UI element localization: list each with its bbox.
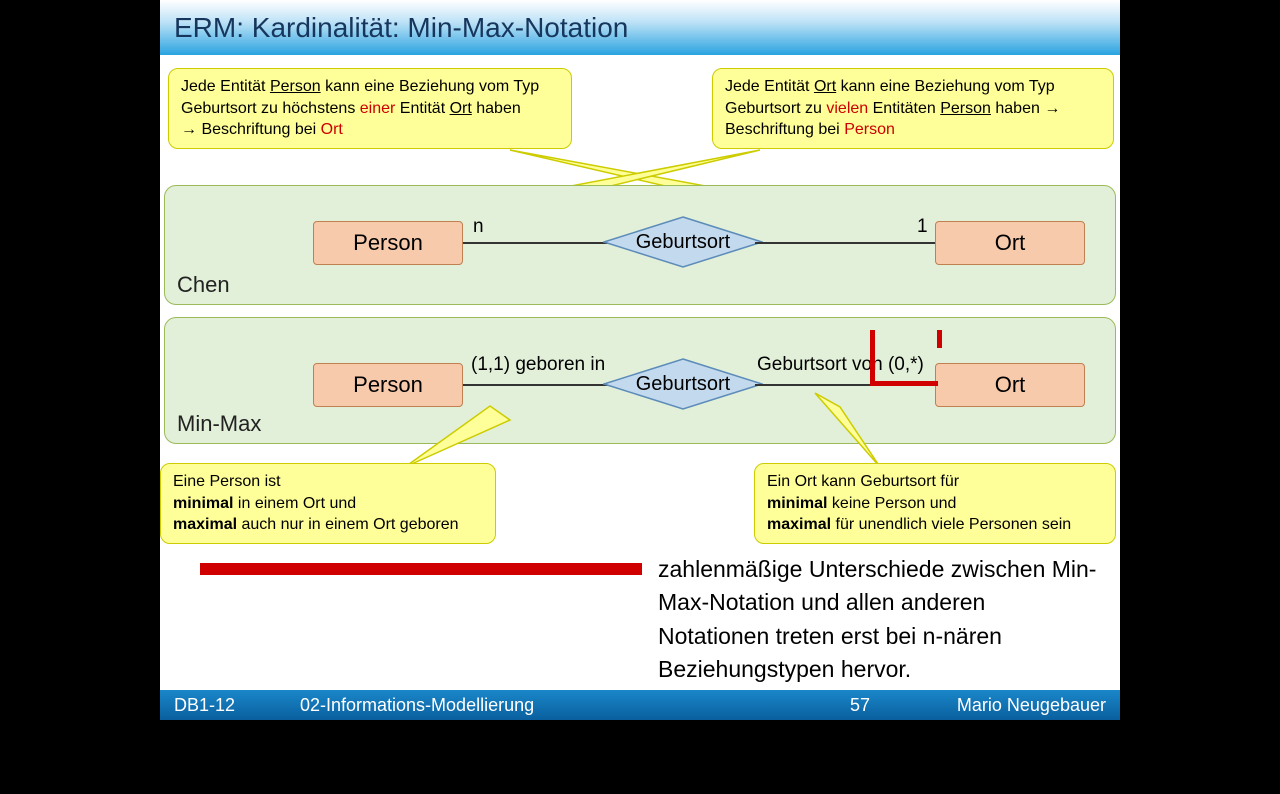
bullet-text: zahlenmäßige Unterschiede zwischen Min-M… xyxy=(658,553,1100,686)
slide-title: ERM: Kardinalität: Min-Max-Notation xyxy=(174,12,628,44)
text: keine Person und xyxy=(827,495,956,512)
relationship-diamond: Geburtsort xyxy=(603,216,763,268)
footer-code: DB1-12 xyxy=(160,695,300,716)
panel-label: Chen xyxy=(177,272,230,298)
text: für unendlich viele Personen sein xyxy=(831,516,1071,533)
panel-chen: Chen Person n Geburtsort 1 Ort xyxy=(164,185,1116,305)
bold: minimal xyxy=(173,495,233,512)
cardinality-right: 1 xyxy=(917,216,928,238)
footer-bar: DB1-12 02-Informations-Modellierung 57 M… xyxy=(160,690,1120,720)
relationship-diamond: Geburtsort xyxy=(603,358,763,410)
red-annotation-bracket xyxy=(870,330,938,386)
text: Entität xyxy=(395,100,449,117)
footer-author: Mario Neugebauer xyxy=(900,695,1120,716)
entity-ref: Ort xyxy=(450,100,472,117)
text: Jede Entität xyxy=(181,78,270,95)
slide: ERM: Kardinalität: Min-Max-Notation Jede… xyxy=(160,0,1120,720)
callout-bottom-left: Eine Person ist minimal in einem Ort und… xyxy=(160,463,496,544)
bold: minimal xyxy=(767,495,827,512)
entity-ort: Ort xyxy=(935,221,1085,265)
red-annotation-tick xyxy=(937,330,942,348)
edge xyxy=(755,242,935,244)
text: Eine Person ist xyxy=(173,473,281,490)
bullet-list: zahlenmäßige Unterschiede zwischen Min-M… xyxy=(200,553,1100,794)
entity-person: Person xyxy=(313,363,463,407)
text: Jede Entität xyxy=(725,78,814,95)
callout-bottom-right: Ein Ort kann Geburtsort für minimal kein… xyxy=(754,463,1116,544)
slide-content: Jede Entität Person kann eine Beziehung … xyxy=(160,55,1120,690)
entity-ref: Person xyxy=(270,78,321,95)
text: Entitäten xyxy=(868,100,940,117)
list-item: zahlenmäßige Unterschiede zwischen Min-M… xyxy=(200,553,1100,686)
cardinality-left: (1,1) geboren in xyxy=(471,354,605,376)
footer-page: 57 xyxy=(820,695,900,716)
entity-person: Person xyxy=(313,221,463,265)
title-bar: ERM: Kardinalität: Min-Max-Notation xyxy=(160,0,1120,55)
entity-ref: Person xyxy=(940,100,991,117)
callout-top-right: Jede Entität Ort kann eine Beziehung vom… xyxy=(712,68,1114,149)
bold: maximal xyxy=(767,516,831,533)
text: → Beschriftung bei xyxy=(181,121,321,138)
edge xyxy=(463,242,611,244)
entity-ort: Ort xyxy=(935,363,1085,407)
emphasis: vielen xyxy=(826,100,868,117)
footer-chapter: 02-Informations-Modellierung xyxy=(300,695,820,716)
bullet-icon xyxy=(200,563,642,575)
emphasis: einer xyxy=(360,100,396,117)
callout-top-left: Jede Entität Person kann eine Beziehung … xyxy=(168,68,572,149)
panel-minmax: Min-Max Person (1,1) geboren in Geburtso… xyxy=(164,317,1116,444)
text: auch nur in einem Ort geboren xyxy=(237,516,458,533)
entity-ref: Ort xyxy=(814,78,836,95)
emphasis: Person xyxy=(844,121,895,138)
bold: maximal xyxy=(173,516,237,533)
panel-label: Min-Max xyxy=(177,411,261,437)
text: haben xyxy=(472,100,521,117)
text: Ein Ort kann Geburtsort für xyxy=(767,473,959,490)
cardinality-left: n xyxy=(473,216,484,238)
text: in einem Ort und xyxy=(233,495,356,512)
emphasis: Ort xyxy=(321,121,343,138)
edge xyxy=(463,384,611,386)
